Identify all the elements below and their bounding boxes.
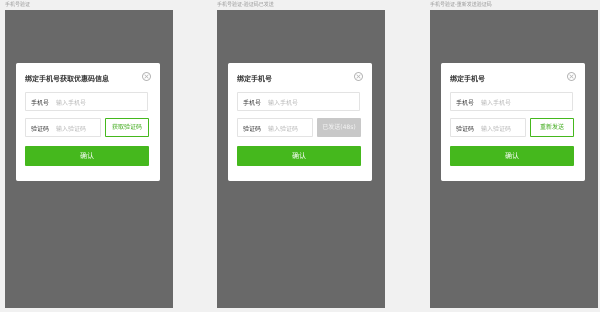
close-button[interactable]: [354, 72, 363, 81]
code-label: 验证码: [243, 126, 262, 133]
phone-input[interactable]: 手机号 输入手机号: [450, 92, 573, 111]
phone-label: 手机号: [456, 100, 475, 107]
close-icon: [569, 74, 574, 79]
code-input[interactable]: 验证码 输入验证码: [237, 118, 313, 137]
phone-overlay: 绑定手机号获取优惠码信息 手机号 输入手机号 验证码 输入验证码 获取验证码 确…: [5, 10, 173, 308]
close-button[interactable]: [142, 72, 151, 81]
bind-phone-modal: 绑定手机号 手机号 输入手机号 验证码 输入验证码 重新发送 确认: [441, 63, 585, 181]
code-placeholder: 输入验证码: [268, 126, 299, 133]
code-sent-countdown-button: 已发送(48s): [317, 118, 361, 137]
frame-label: 手机号验证-验证码已发送: [217, 2, 274, 8]
bind-phone-modal: 绑定手机号 手机号 输入手机号 验证码 输入验证码 已发送(48s) 确认: [228, 63, 372, 181]
confirm-button[interactable]: 确认: [237, 146, 361, 166]
close-button[interactable]: [567, 72, 576, 81]
bind-phone-modal: 绑定手机号获取优惠码信息 手机号 输入手机号 验证码 输入验证码 获取验证码 确…: [16, 63, 160, 181]
phone-overlay: 绑定手机号 手机号 输入手机号 验证码 输入验证码 重新发送 确认: [430, 10, 598, 308]
phone-label: 手机号: [243, 100, 262, 107]
close-icon: [356, 74, 361, 79]
frame-label: 手机号验证-重新发送验证码: [430, 2, 492, 8]
frame-label: 手机号验证: [5, 2, 31, 8]
phone-placeholder: 输入手机号: [56, 100, 87, 107]
code-placeholder: 输入验证码: [56, 126, 87, 133]
confirm-button[interactable]: 确认: [450, 146, 574, 166]
get-code-button[interactable]: 获取验证码: [105, 118, 149, 137]
modal-title: 绑定手机号获取优惠码信息: [25, 75, 109, 83]
phone-overlay: 绑定手机号 手机号 输入手机号 验证码 输入验证码 已发送(48s) 确认: [217, 10, 385, 308]
resend-code-button[interactable]: 重新发送: [530, 118, 574, 137]
code-input[interactable]: 验证码 输入验证码: [25, 118, 101, 137]
modal-title: 绑定手机号: [237, 75, 272, 83]
phone-placeholder: 输入手机号: [481, 100, 512, 107]
phone-input[interactable]: 手机号 输入手机号: [25, 92, 148, 111]
code-label: 验证码: [31, 126, 50, 133]
confirm-button[interactable]: 确认: [25, 146, 149, 166]
close-icon: [144, 74, 149, 79]
phone-label: 手机号: [31, 100, 50, 107]
code-label: 验证码: [456, 126, 475, 133]
code-input[interactable]: 验证码 输入验证码: [450, 118, 526, 137]
modal-title: 绑定手机号: [450, 75, 485, 83]
phone-placeholder: 输入手机号: [268, 100, 299, 107]
code-placeholder: 输入验证码: [481, 126, 512, 133]
phone-input[interactable]: 手机号 输入手机号: [237, 92, 360, 111]
